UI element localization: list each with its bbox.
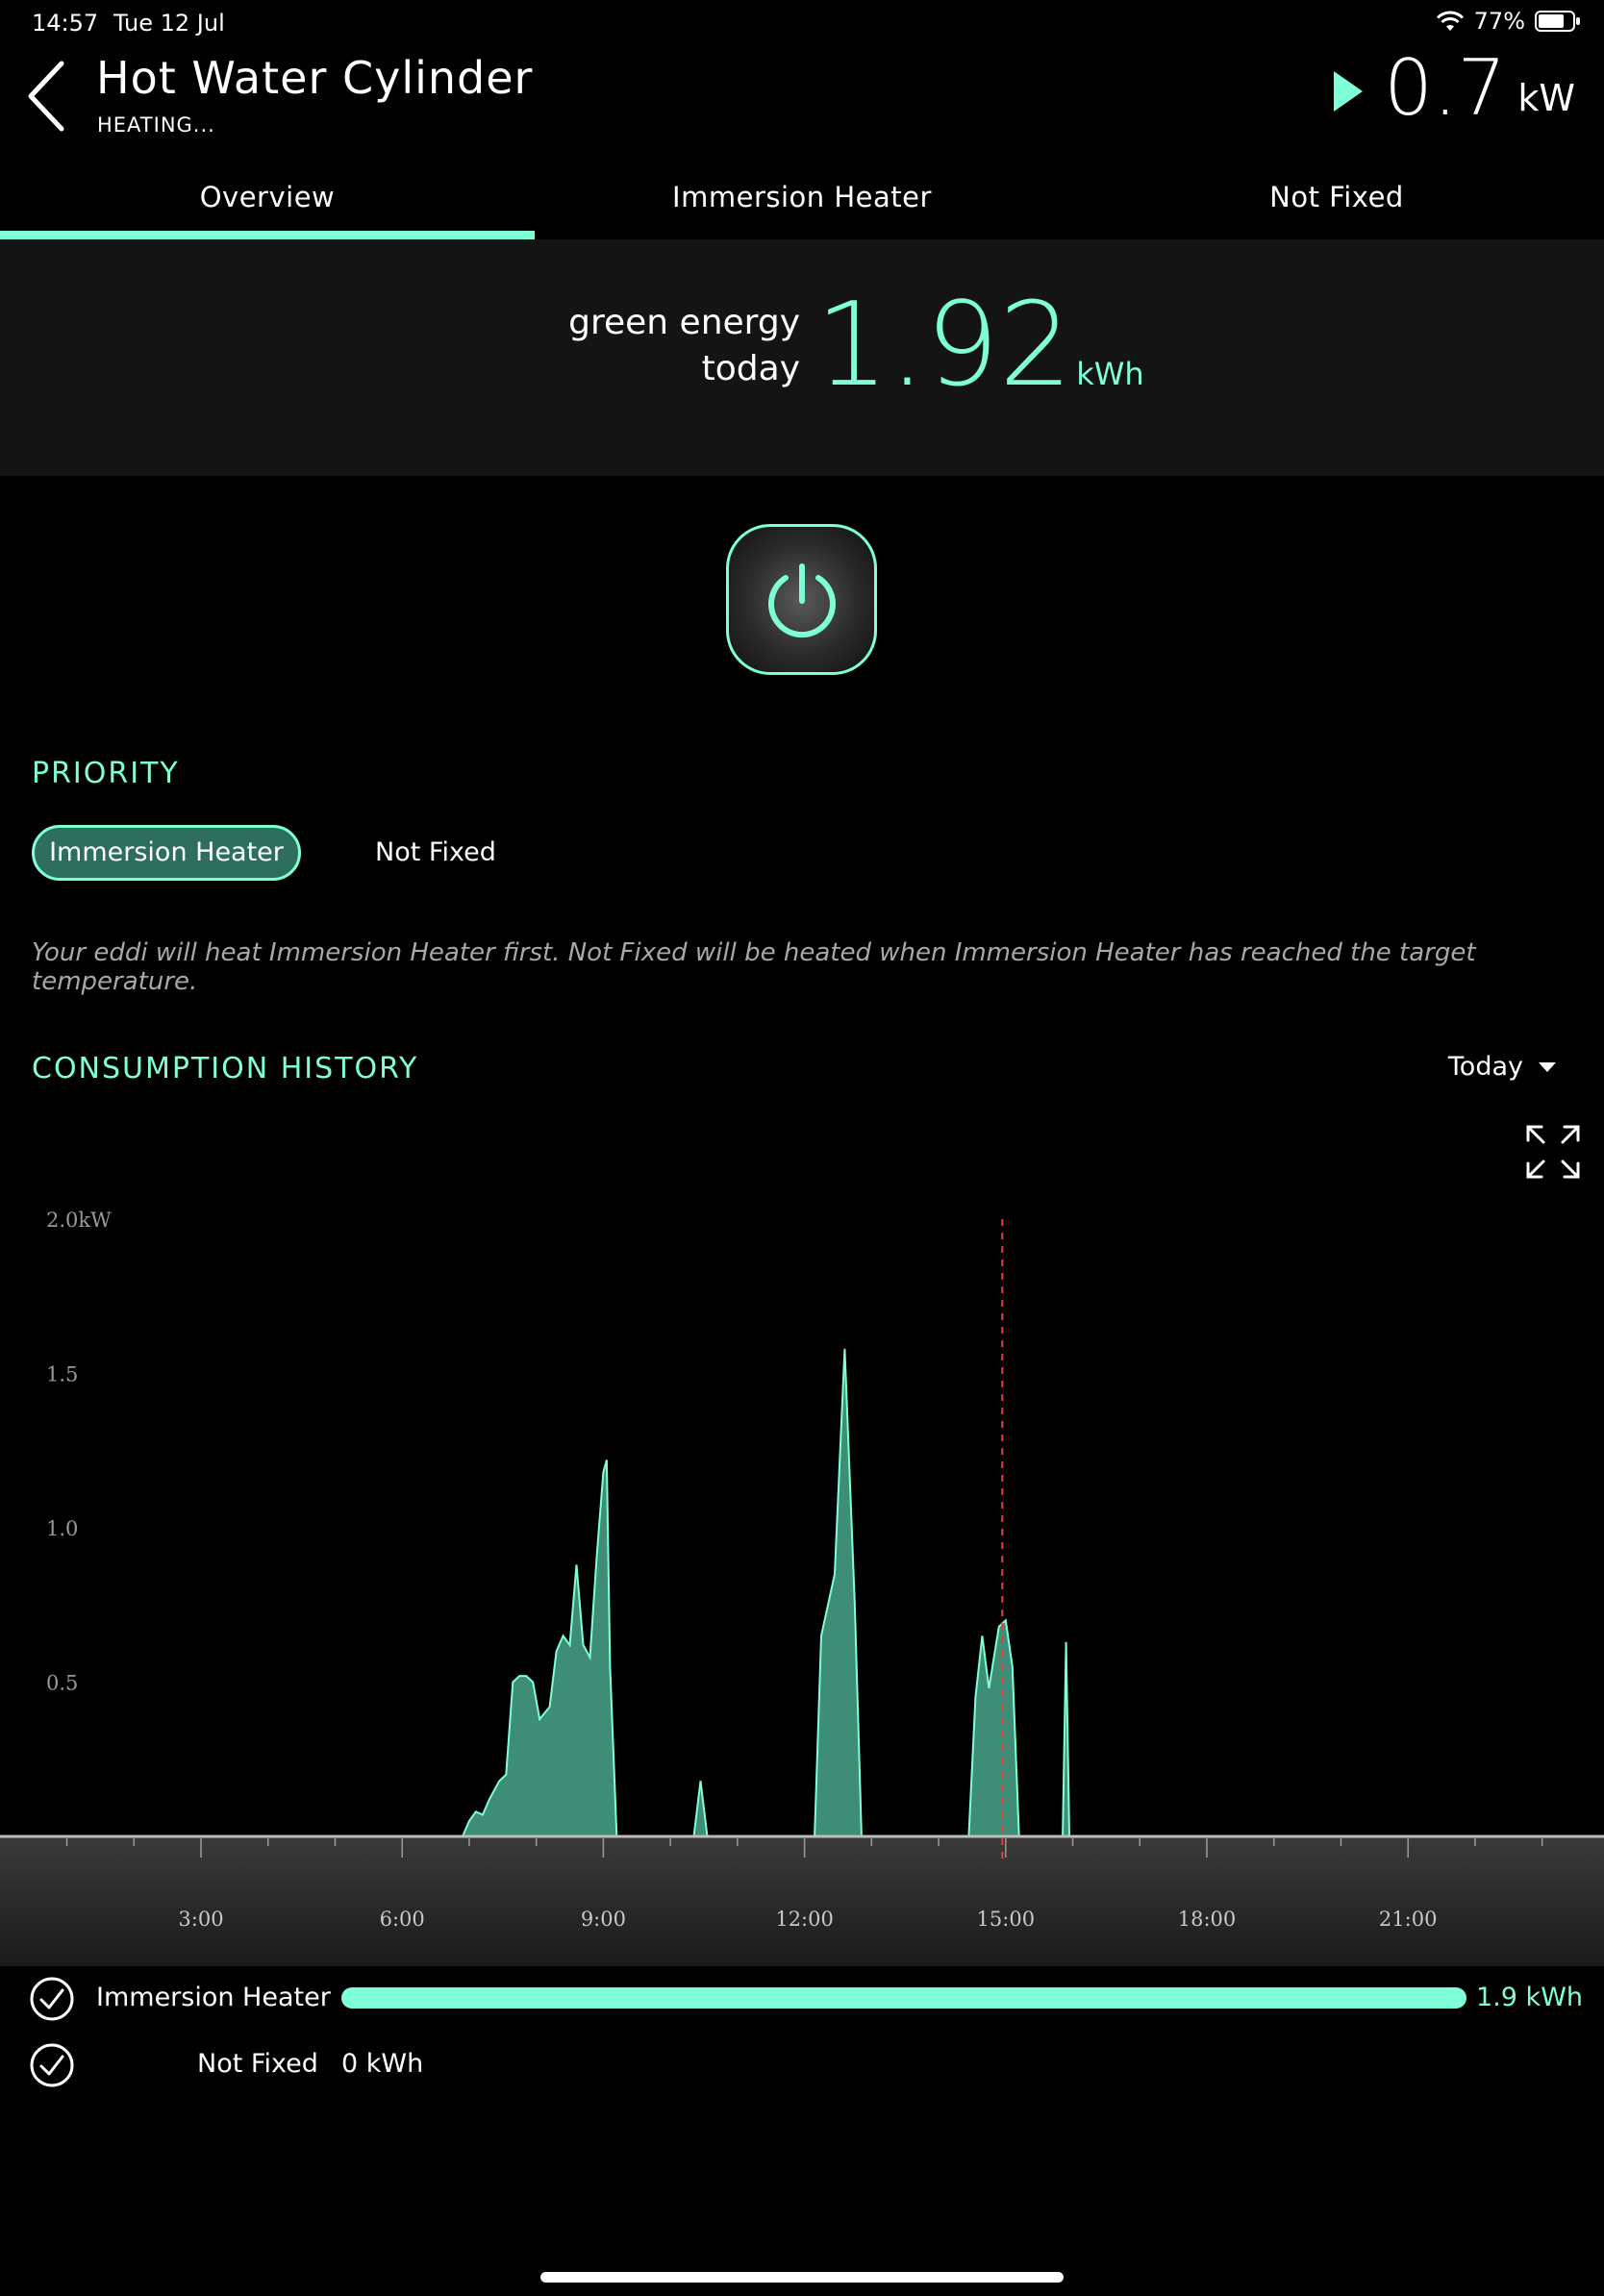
- priority-not-fixed[interactable]: Not Fixed: [375, 837, 496, 867]
- active-tab-indicator: [0, 231, 535, 239]
- expand-icon: [1526, 1125, 1580, 1179]
- current-power-unit: kW: [1517, 77, 1575, 119]
- x-tick-label: 21:00: [1379, 1908, 1438, 1931]
- tab-bar: Overview Immersion Heater Not Fixed: [0, 163, 1604, 240]
- dropdown-caret-icon: [1539, 1061, 1556, 1072]
- consumption-area-2: [814, 1348, 863, 1837]
- consumption-area-0: [461, 1460, 618, 1837]
- consumption-area-4: [1062, 1641, 1071, 1837]
- tab-immersion-heater[interactable]: Immersion Heater: [535, 163, 1069, 240]
- x-tick-label: 6:00: [380, 1908, 425, 1931]
- consumption-chart: 0.5 1.0 1.5 2.0kW 3:00 6:00 9:00 12:00 15:00 18:…: [0, 1209, 1604, 1966]
- x-tick-label: 12:00: [775, 1908, 834, 1931]
- consumption-area-1: [692, 1781, 709, 1837]
- expand-chart-button[interactable]: [1524, 1123, 1582, 1181]
- back-button[interactable]: [21, 56, 79, 133]
- y-tick-label: 0.5: [46, 1672, 78, 1695]
- green-energy-label-line1: green energy: [568, 303, 800, 342]
- status-date: Tue 12 Jul: [113, 10, 225, 37]
- consumption-area-3: [967, 1618, 1020, 1837]
- current-power: 0.7 kW: [1332, 50, 1575, 127]
- back-chevron-icon: [28, 61, 64, 132]
- green-energy-unit: kWh: [1076, 356, 1144, 392]
- tab-overview[interactable]: Overview: [0, 163, 535, 240]
- power-icon: [767, 562, 836, 637]
- tab-not-fixed[interactable]: Not Fixed: [1069, 163, 1604, 240]
- legend-not-fixed-value: 0 kWh: [341, 2049, 424, 2079]
- green-energy-label-line2: today: [701, 349, 800, 388]
- priority-title: PRIORITY: [32, 757, 180, 790]
- check-circle-icon: [30, 1977, 74, 2021]
- legend-not-fixed: Not Fixed: [197, 2049, 318, 2079]
- current-power-value: 0.7: [1384, 43, 1507, 133]
- home-indicator[interactable]: [540, 2272, 1064, 2283]
- range-dropdown-value: Today: [1447, 1052, 1523, 1082]
- page-title: Hot Water Cylinder: [96, 52, 534, 104]
- status-time: 14:57: [32, 10, 99, 37]
- x-tick-label: 18:00: [1178, 1908, 1237, 1931]
- immersion-heater-usage-bar: [341, 1987, 1466, 2009]
- range-dropdown[interactable]: Today: [1448, 1052, 1556, 1082]
- y-tick-label: 1.5: [46, 1363, 78, 1386]
- y-tick-label: 2.0kW: [46, 1209, 112, 1232]
- priority-immersion-heater[interactable]: Immersion Heater: [32, 825, 301, 881]
- play-triangle-icon: [1334, 71, 1364, 112]
- green-energy-int: 1: [815, 279, 890, 412]
- immersion-heater-check[interactable]: [29, 1976, 75, 2022]
- consumption-title: CONSUMPTION HISTORY: [32, 1052, 419, 1086]
- battery-percent: 77%: [1473, 8, 1525, 35]
- y-tick-label: 1.0: [46, 1517, 78, 1540]
- legend-immersion-heater-value: 1.9 kWh: [1476, 1983, 1583, 2012]
- power-toggle-button[interactable]: [726, 524, 877, 675]
- x-axis-band: [0, 1836, 1604, 1966]
- green-energy-dec: .92: [889, 279, 1073, 412]
- green-energy-value: 1 .92 kWh: [815, 288, 1144, 404]
- wifi-icon: [1436, 11, 1464, 31]
- battery-icon: [1535, 11, 1580, 32]
- legend-immersion-heater: Immersion Heater: [96, 1983, 331, 2012]
- x-tick-label: 15:00: [977, 1908, 1036, 1931]
- priority-description: Your eddi will heat Immersion Heater fir…: [32, 938, 1476, 996]
- x-tick-label: 3:00: [178, 1908, 223, 1931]
- not-fixed-check[interactable]: [29, 2042, 75, 2088]
- green-energy-panel: [0, 239, 1604, 476]
- x-tick-label: 9:00: [581, 1908, 626, 1931]
- status-right: 77%: [1436, 8, 1580, 35]
- green-energy-label: green energy today: [500, 300, 800, 392]
- check-circle-icon: [30, 2043, 74, 2087]
- device-status: HEATING...: [97, 113, 215, 137]
